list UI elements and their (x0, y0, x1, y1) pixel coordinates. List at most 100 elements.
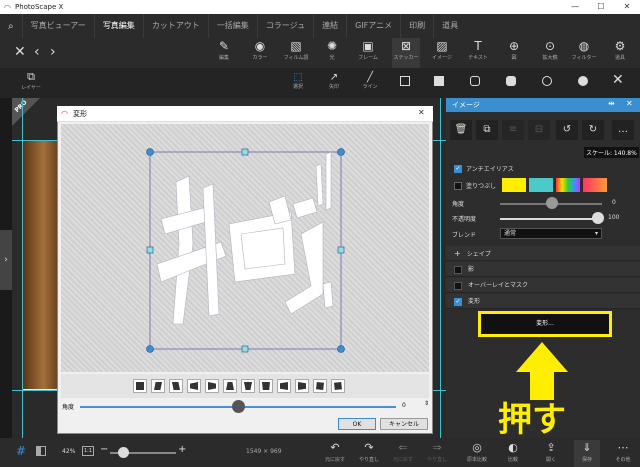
menu-combine[interactable]: 連結 (313, 14, 346, 38)
frame-tool[interactable]: ▣ フレーム (354, 38, 382, 68)
preset-perspective-2[interactable] (277, 379, 291, 393)
ratio-button[interactable]: 1:1 (82, 446, 95, 456)
preset-skew-left[interactable] (169, 379, 183, 393)
compare-button[interactable]: ◐ 比較 (500, 440, 526, 467)
fill-pattern-swatch[interactable] (529, 178, 553, 192)
preset-rect[interactable] (133, 379, 147, 393)
opacity-value[interactable]: 100 (608, 214, 619, 221)
fill-rainbow-swatch[interactable] (556, 178, 580, 192)
menu-cutout[interactable]: カットアウト (142, 14, 208, 38)
preview-image[interactable] (61, 124, 429, 372)
preset-trapezoid-bottom[interactable] (241, 379, 255, 393)
redo-all-button[interactable]: ⇒ やり直し (424, 440, 450, 467)
overlay-checkbox[interactable] (454, 281, 462, 290)
redo-button[interactable]: ↷ やり直し (356, 440, 382, 467)
menu-batch[interactable]: 一括編集 (207, 14, 257, 38)
save-button[interactable]: ⇓ 保存 (574, 440, 600, 467)
fill-checkbox[interactable] (454, 182, 462, 190)
preset-trapezoid-top[interactable] (223, 379, 237, 393)
menu-gif[interactable]: GIFアニメ (346, 14, 400, 38)
preset-perspective-4[interactable] (313, 379, 327, 393)
magnifier-tool[interactable]: ⊙ 拡大鏡 (536, 38, 564, 68)
close-icon[interactable]: ✕ (14, 44, 26, 60)
maximize-button[interactable]: ☐ (588, 0, 614, 14)
more-button[interactable]: ⋯ その他 (610, 440, 636, 467)
handle-left[interactable] (146, 246, 154, 254)
zoom-in-icon[interactable]: + (178, 444, 186, 455)
circle-outline-icon[interactable] (542, 76, 552, 86)
tools-tool[interactable]: ⚙ 道具 (606, 38, 634, 68)
transform-checkbox[interactable]: ✓ (454, 297, 462, 306)
zoom-level[interactable]: 42% (62, 448, 75, 455)
preset-perspective-1[interactable] (259, 379, 273, 393)
transform-row[interactable]: ✓ 変形 (446, 294, 640, 309)
select-tool[interactable]: ⬚ 選択 (286, 72, 310, 90)
handle-bottom[interactable] (241, 345, 249, 353)
overlay-row[interactable]: オーバーレイとマスク (446, 278, 640, 293)
handle-top-right[interactable] (337, 148, 345, 156)
opacity-slider[interactable] (500, 218, 602, 220)
layer-button[interactable]: ⧉ レイヤー (18, 70, 44, 91)
angle-slider-thumb[interactable] (546, 197, 558, 209)
film-tool[interactable]: ▧ フィルム調 (282, 38, 310, 68)
grid-icon[interactable]: # (16, 444, 26, 458)
expand-left-button[interactable]: › (0, 230, 12, 290)
menu-photo-viewer[interactable]: 写真ビューアー (21, 14, 94, 38)
handle-top-left[interactable] (146, 148, 154, 156)
chevron-left-icon[interactable]: ‹ (34, 44, 40, 60)
menu-tools[interactable]: 道具 (433, 14, 466, 38)
spinner-icon[interactable]: ⇕ (424, 400, 429, 407)
open-button[interactable]: ⇪ 開く (538, 440, 564, 467)
pin-icon[interactable]: ⇹ (608, 99, 615, 108)
circle-fill-icon[interactable] (578, 76, 588, 86)
opacity-slider-thumb[interactable] (592, 212, 604, 224)
angle-value[interactable]: 0 (612, 199, 616, 206)
sticker-tool[interactable]: ⊠ ステッカー (392, 38, 420, 68)
fill-gradient-swatch[interactable] (583, 178, 607, 192)
undo-all-button[interactable]: ⇐ 元に戻す (390, 440, 416, 467)
more-icon[interactable]: … (612, 120, 634, 140)
dialog-close-button[interactable]: ✕ (418, 108, 425, 117)
rounded-rect-outline-icon[interactable] (470, 76, 480, 86)
rounded-rect-fill-icon[interactable] (506, 76, 516, 86)
preset-taper-left[interactable] (205, 379, 219, 393)
ok-button[interactable]: OK (338, 418, 376, 430)
menu-photo-edit[interactable]: 写真編集 (93, 14, 143, 38)
line-tool[interactable]: ╱ ライン (358, 72, 382, 90)
shape-row[interactable]: + シェイプ (446, 246, 640, 261)
fill-yellow-swatch[interactable] (502, 178, 526, 192)
compare-view-icon[interactable] (36, 446, 46, 456)
color-tool[interactable]: ◉ カラー (246, 38, 274, 68)
close-subtool-icon[interactable]: ✕ (612, 72, 624, 88)
preset-taper-right[interactable] (187, 379, 201, 393)
preset-perspective-3[interactable] (295, 379, 309, 393)
zoom-out-icon[interactable]: − (100, 444, 108, 455)
light-tool[interactable]: ✺ 光 (318, 38, 346, 68)
minimize-button[interactable]: — (562, 0, 588, 14)
transform-button[interactable]: 変形... (478, 311, 612, 337)
preset-skew-right[interactable] (151, 379, 165, 393)
arrow-tool[interactable]: ↗ 矢印 (322, 72, 346, 90)
zoom-slider-thumb[interactable] (118, 447, 129, 458)
dialog-angle-thumb[interactable] (232, 400, 245, 413)
rotate-right-icon[interactable]: ↻ (582, 120, 604, 140)
cancel-button[interactable]: キャンセル (380, 418, 428, 430)
antialias-checkbox[interactable]: ✓ (454, 165, 462, 173)
shadow-row[interactable]: 影 (446, 262, 640, 277)
align-icon[interactable]: ≡ (502, 120, 524, 140)
original-compare-button[interactable]: ◎ 原本比較 (464, 440, 490, 467)
duplicate-icon[interactable]: ⧉ (476, 120, 498, 140)
preset-perspective-5[interactable] (331, 379, 345, 393)
rect-fill-icon[interactable] (434, 76, 444, 86)
handle-bottom-right[interactable] (337, 345, 345, 353)
edit-tool[interactable]: ✎ 編集 (210, 38, 238, 68)
panel-close-icon[interactable]: ✕ (626, 99, 633, 108)
chevron-right-icon[interactable]: › (50, 44, 56, 60)
filter-tool[interactable]: ◍ フィルター (570, 38, 598, 68)
group-icon[interactable]: ⊟ (528, 120, 550, 140)
rotate-left-icon[interactable]: ↺ (556, 120, 578, 140)
dialog-angle-value[interactable]: 0 (402, 402, 406, 409)
handle-top[interactable] (241, 148, 249, 156)
menu-collage[interactable]: コラージュ (256, 14, 313, 38)
shadow-checkbox[interactable] (454, 265, 462, 274)
